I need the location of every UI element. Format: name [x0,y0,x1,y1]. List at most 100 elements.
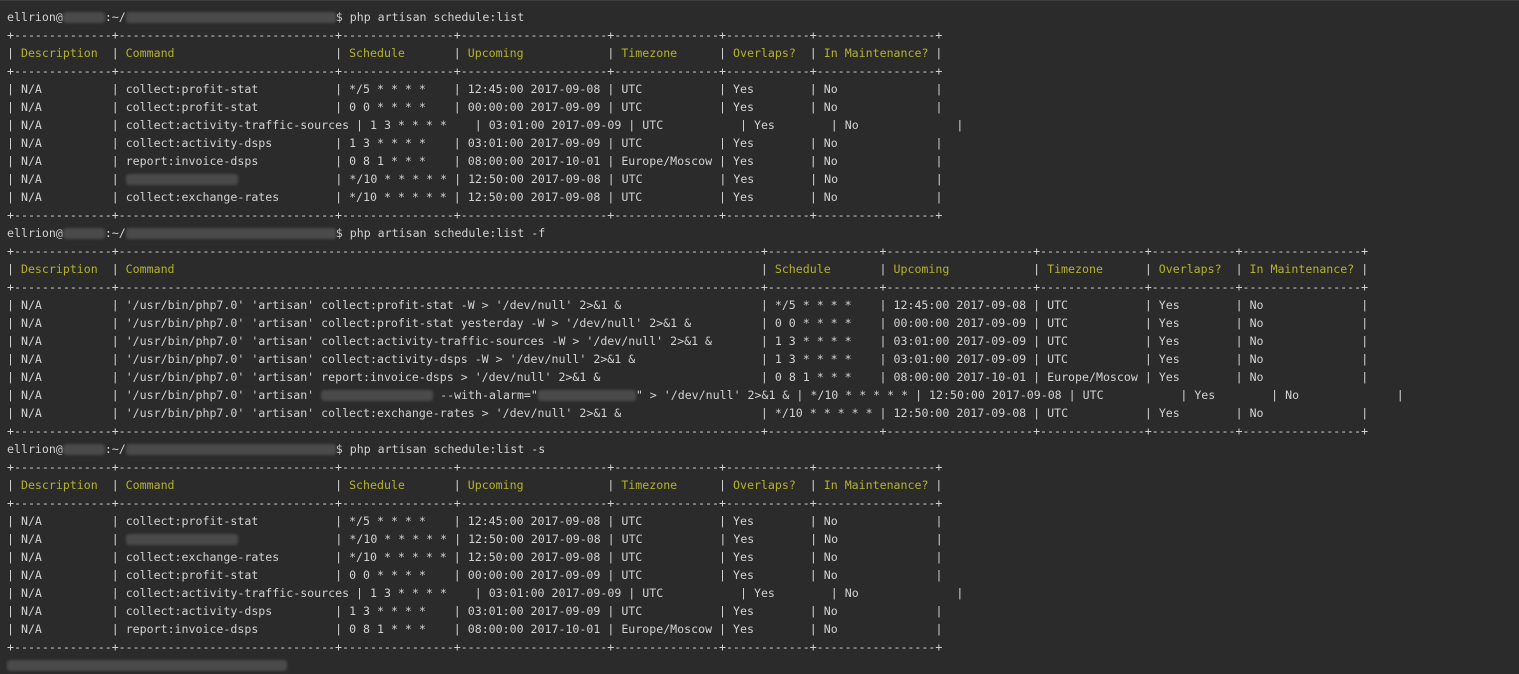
col-separator: | [7,568,21,582]
col-padding: | [600,550,622,564]
col-padding: | [642,136,734,150]
col-padding: | [858,118,964,132]
col-padding: | [754,172,825,186]
col-padding: | [41,118,126,132]
col-padding: | [41,136,126,150]
table-border-bottom: +--------------+------------------------… [7,424,1369,438]
col-padding: | [237,532,350,546]
table-cell-overlaps: Yes [733,154,754,168]
col-padding: | [789,388,811,402]
col-padding: | [1137,370,1159,384]
redacted-text [125,12,336,23]
col-padding: | [949,262,1048,276]
table-cell-maintenance: No [823,136,838,150]
table-cell-description: N/A [20,532,42,546]
table-border: +--------------+------------------------… [7,638,942,656]
table-border: +--------------+------------------------… [7,494,942,512]
col-padding: | [851,352,894,366]
table-cell-overlaps: Yes [1158,352,1180,366]
col-padding: | [691,316,775,330]
table-cell-command: '/usr/bin/php7.0' 'artisan' collect:acti… [125,334,713,348]
col-padding: | [41,514,126,528]
col-padding: | [523,478,622,492]
table-cell-command-part: --with-alarm=" [433,388,538,402]
col-padding: | [425,100,468,114]
col-padding: | [600,190,622,204]
table-cell-timezone: UTC [1047,316,1069,330]
redacted-text [125,534,238,545]
col-padding: | [1026,406,1048,420]
col-padding: | [600,514,622,528]
terminal-window[interactable]: ellrion@:~/ $ php artisan schedule:list +-… [0,0,1519,671]
table-row: | N/A | report:invoice-dsps | 0 8 1 * * … [7,620,942,638]
table-cell-schedule: 1 3 * * * * [349,136,426,150]
col-padding: | [621,298,775,312]
col-padding: | [1354,262,1369,276]
table-cell-maintenance: No [823,190,838,204]
table-border-bottom: +--------------+------------------------… [7,640,943,654]
table-cell-overlaps: Yes [733,514,754,528]
table-cell-schedule: */10 * * * * * [349,172,448,186]
table-cell-maintenance: No [1249,316,1264,330]
col-padding: | [41,316,126,330]
prompt-command: $ php artisan schedule:list [335,10,525,24]
table-cell-maintenance: No [823,550,838,564]
column-header: Overlaps? [1158,262,1222,276]
table-cell-maintenance: No [1249,352,1264,366]
col-padding: | [635,352,775,366]
col-separator: | [7,100,21,114]
table-cell-upcoming: 12:50:00 2017-09-08 [468,172,601,186]
table-cell-description: N/A [20,118,42,132]
col-padding: | [425,82,468,96]
col-padding: | [1026,352,1048,366]
table-cell-overlaps: Yes [1158,298,1180,312]
table-cell-maintenance: No [1249,406,1264,420]
table-cell-timezone: UTC [621,82,643,96]
table-header-row: | Description | Command | Schedule | Upc… [7,476,942,494]
col-padding: | [1299,388,1404,402]
table-cell-schedule: */5 * * * * [774,298,852,312]
table-cell-overlaps: Yes [1194,388,1216,402]
col-padding: | [41,154,126,168]
table-cell-upcoming: 12:50:00 2017-09-08 [893,406,1027,420]
col-separator: | [7,154,21,168]
col-padding: | [621,586,643,600]
table-cell-command: '/usr/bin/php7.0' 'artisan' [125,388,322,402]
table-cell-command: '/usr/bin/php7.0' 'artisan' collect:acti… [125,352,636,366]
col-separator: | [7,172,21,186]
table-cell-command: collect:activity-traffic-sources [125,118,350,132]
col-padding: | [41,190,126,204]
col-padding: | [928,46,943,60]
table-row: | N/A | collect:profit-stat | 0 0 * * * … [7,98,942,116]
table-cell-description: N/A [20,622,42,636]
col-padding: | [1215,388,1286,402]
table-cell-schedule: 1 3 * * * * [370,118,447,132]
prompt-line: ellrion@:~/ $ php artisan schedule:list -… [7,440,545,458]
column-header: Schedule [349,478,405,492]
col-separator: | [7,298,21,312]
table-cell-command: collect:profit-stat [125,568,259,582]
table-border-mid: +--------------+------------------------… [7,496,943,510]
table-cell-description: N/A [20,352,42,366]
col-padding: | [41,370,126,384]
table-cell-command: collect:profit-stat [125,100,259,114]
table-cell-description: N/A [20,136,42,150]
col-padding: | [677,478,733,492]
col-separator: | [7,118,21,132]
table-cell-command: collect:activity-dsps [125,604,273,618]
table-cell-maintenance: No [824,532,839,546]
table-cell-overlaps: Yes [753,118,775,132]
table-cell-maintenance: No [823,154,838,168]
column-header: Timezone [621,478,678,492]
table-cell-maintenance: No [824,172,839,186]
table-border-mid: +--------------+------------------------… [7,64,943,78]
table-cell-maintenance: No [823,568,838,582]
table-cell-schedule: 1 3 * * * * [774,352,852,366]
table-cell-schedule: 0 8 1 * * * [774,370,852,384]
table-cell-upcoming: 08:00:00 2017-10-01 [893,370,1027,384]
table-row: | N/A | collect:exchange-rates | */10 * … [7,188,942,206]
table-cell-timezone: UTC [642,586,664,600]
col-padding: | [349,118,371,132]
table-cell-overlaps: Yes [733,100,754,114]
col-padding: | [272,604,350,618]
